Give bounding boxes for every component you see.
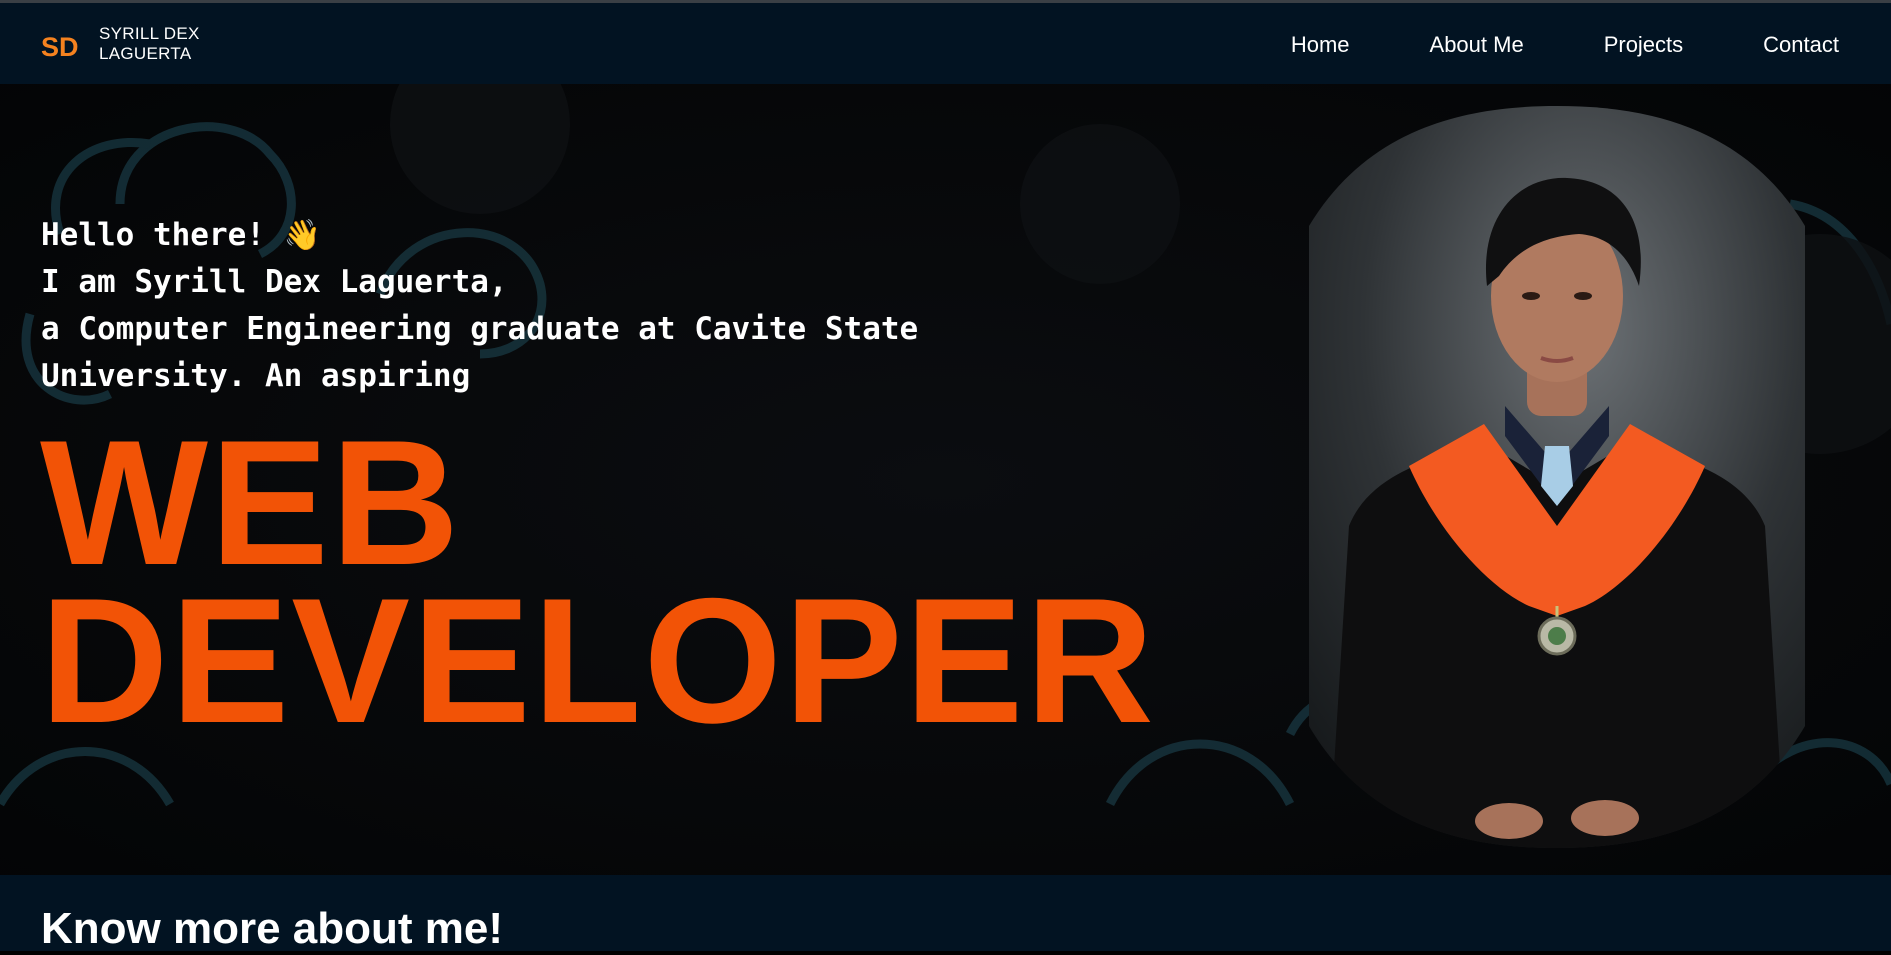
greeting-name: I am Syrill Dex Laguerta, <box>41 264 508 300</box>
greeting-description: a Computer Engineering graduate at Cavit… <box>41 311 919 394</box>
graduate-portrait-icon <box>1309 106 1805 848</box>
brand-line-1: SYRILL DEX <box>99 24 200 43</box>
intro-text: Hello there! 👋 I am Syrill Dex Laguerta,… <box>41 212 1101 400</box>
wave-hand-icon: 👋 <box>283 218 321 253</box>
main-nav: Home About Me Projects Contact <box>1211 30 1839 60</box>
nav-contact-link[interactable]: Contact <box>1763 30 1839 60</box>
hero-title-line-1: WEB <box>40 403 462 602</box>
logo-icon[interactable]: SD <box>41 30 81 62</box>
navbar: SD SYRILL DEX LAGUERTA Home About Me Pro… <box>0 3 1891 84</box>
hero-title: WEB DEVELOPER <box>40 403 1156 760</box>
about-section: Know more about me! <box>0 875 1891 953</box>
hero-title-line-2: DEVELOPER <box>40 561 1156 760</box>
logo-initials: SD <box>41 32 79 62</box>
brand-line-2: LAGUERTA <box>99 44 192 63</box>
nav-projects-link[interactable]: Projects <box>1604 30 1683 60</box>
nav-home-link[interactable]: Home <box>1291 30 1350 60</box>
about-heading: Know more about me! <box>41 904 504 953</box>
greeting-hello: Hello there! <box>41 217 265 253</box>
hero-section: Hello there! 👋 I am Syrill Dex Laguerta,… <box>0 84 1891 875</box>
brand-name[interactable]: SYRILL DEX LAGUERTA <box>99 24 200 64</box>
nav-about-link[interactable]: About Me <box>1430 30 1524 60</box>
